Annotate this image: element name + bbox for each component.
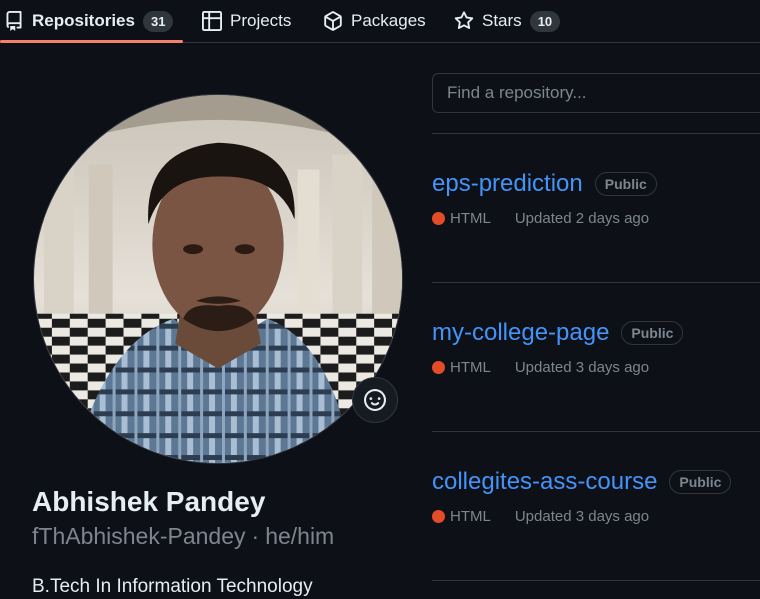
tab-label: Repositories bbox=[32, 11, 135, 30]
visibility-badge: Public bbox=[621, 321, 684, 345]
stars-count-badge: 10 bbox=[529, 10, 561, 32]
star-icon bbox=[454, 11, 474, 31]
language-color-dot bbox=[432, 361, 445, 374]
separator-dot: · bbox=[251, 523, 260, 549]
tab-stars[interactable]: Stars 10 bbox=[454, 0, 561, 42]
tab-label: Stars bbox=[482, 11, 522, 30]
divider bbox=[432, 282, 760, 283]
repo-link[interactable]: collegites-ass-course bbox=[432, 468, 657, 496]
tab-repositories[interactable]: Repositories 31 bbox=[4, 0, 174, 42]
profile-pronouns: he/him bbox=[265, 523, 335, 549]
repo-language: HTML bbox=[450, 210, 491, 227]
package-icon bbox=[323, 11, 343, 31]
active-tab-indicator bbox=[0, 40, 183, 43]
repo-icon bbox=[4, 11, 24, 31]
table-icon bbox=[202, 11, 222, 31]
set-status-button[interactable] bbox=[352, 377, 398, 423]
list-item: my-college-page Public HTML Updated 3 da… bbox=[432, 316, 760, 376]
profile-username: fThAbhishek-Pandey bbox=[32, 523, 246, 549]
tab-label: Projects bbox=[230, 11, 292, 30]
repo-count-badge: 31 bbox=[142, 10, 174, 32]
profile-username-line: fThAbhishek-Pandey · he/him bbox=[32, 523, 334, 550]
divider bbox=[432, 431, 760, 432]
repo-updated: Updated 2 days ago bbox=[514, 210, 650, 227]
divider bbox=[432, 580, 760, 581]
repo-link[interactable]: eps-prediction bbox=[432, 170, 583, 198]
avatar[interactable] bbox=[33, 94, 403, 464]
repo-language: HTML bbox=[450, 359, 491, 376]
smiley-icon bbox=[364, 389, 386, 411]
tab-label: Packages bbox=[351, 11, 426, 30]
repo-link[interactable]: my-college-page bbox=[432, 319, 609, 347]
repo-updated: Updated 3 days ago bbox=[514, 508, 650, 525]
tab-projects[interactable]: Projects bbox=[202, 0, 291, 42]
repo-language: HTML bbox=[450, 508, 491, 525]
language-color-dot bbox=[432, 510, 445, 523]
visibility-badge: Public bbox=[669, 470, 732, 494]
divider bbox=[432, 133, 760, 134]
profile-bio: B.Tech In Information Technology bbox=[32, 576, 313, 597]
profile-tab-nav: Repositories 31 Projects Packages Stars … bbox=[0, 0, 760, 43]
list-item: collegites-ass-course Public HTML Update… bbox=[432, 465, 760, 525]
repo-updated: Updated 3 days ago bbox=[514, 359, 650, 376]
list-item: eps-prediction Public HTML Updated 2 day… bbox=[432, 167, 760, 227]
profile-full-name: Abhishek Pandey bbox=[32, 486, 266, 517]
visibility-badge: Public bbox=[594, 172, 657, 196]
repo-search-input[interactable] bbox=[432, 73, 760, 113]
language-color-dot bbox=[432, 212, 445, 225]
tab-packages[interactable]: Packages bbox=[323, 0, 426, 42]
